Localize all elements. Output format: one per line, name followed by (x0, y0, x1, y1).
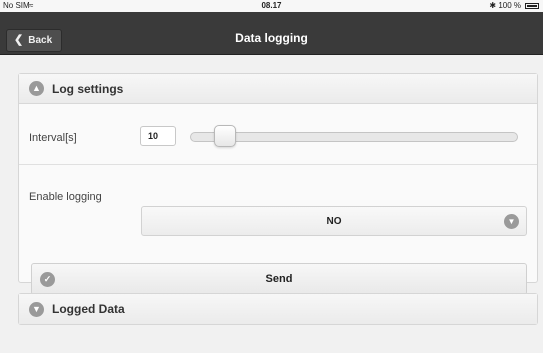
enable-logging-select[interactable]: NO ▼ (141, 206, 527, 236)
enable-logging-label: Enable logging (29, 191, 102, 203)
logged-data-title: Logged Data (52, 302, 125, 316)
interval-input[interactable]: 10 (140, 126, 176, 146)
divider (19, 164, 537, 165)
status-bar: No SIM ≈ 08.17 ✱ 100 % (0, 0, 543, 12)
logged-data-panel: ▼ Logged Data (18, 293, 538, 325)
chevron-down-icon: ▼ (504, 214, 519, 229)
battery-icon (525, 3, 539, 9)
interval-label: Interval[s] (29, 132, 77, 144)
log-settings-title: Log settings (52, 81, 124, 96)
chevron-down-circle-icon: ▼ (29, 301, 44, 317)
send-button-label: Send (265, 273, 293, 285)
logged-data-header[interactable]: ▼ Logged Data (19, 294, 537, 324)
check-circle-icon: ✓ (40, 272, 55, 287)
send-button[interactable]: ✓ Send (31, 263, 527, 295)
log-settings-panel: ▲ Log settings Interval[s] 10 Enable log… (18, 73, 538, 295)
battery-percent: ✱ 100 % (489, 1, 521, 10)
enable-logging-value: NO (326, 215, 342, 227)
log-settings-header[interactable]: ▲ Log settings (19, 74, 537, 104)
interval-slider-thumb[interactable] (214, 125, 237, 147)
page-title: Data logging (235, 31, 308, 45)
clock: 08.17 (261, 1, 282, 10)
navigation-bar: ❮ Back Data logging (0, 12, 543, 55)
interval-slider[interactable] (190, 132, 518, 142)
chevron-up-circle-icon: ▲ (29, 81, 44, 96)
